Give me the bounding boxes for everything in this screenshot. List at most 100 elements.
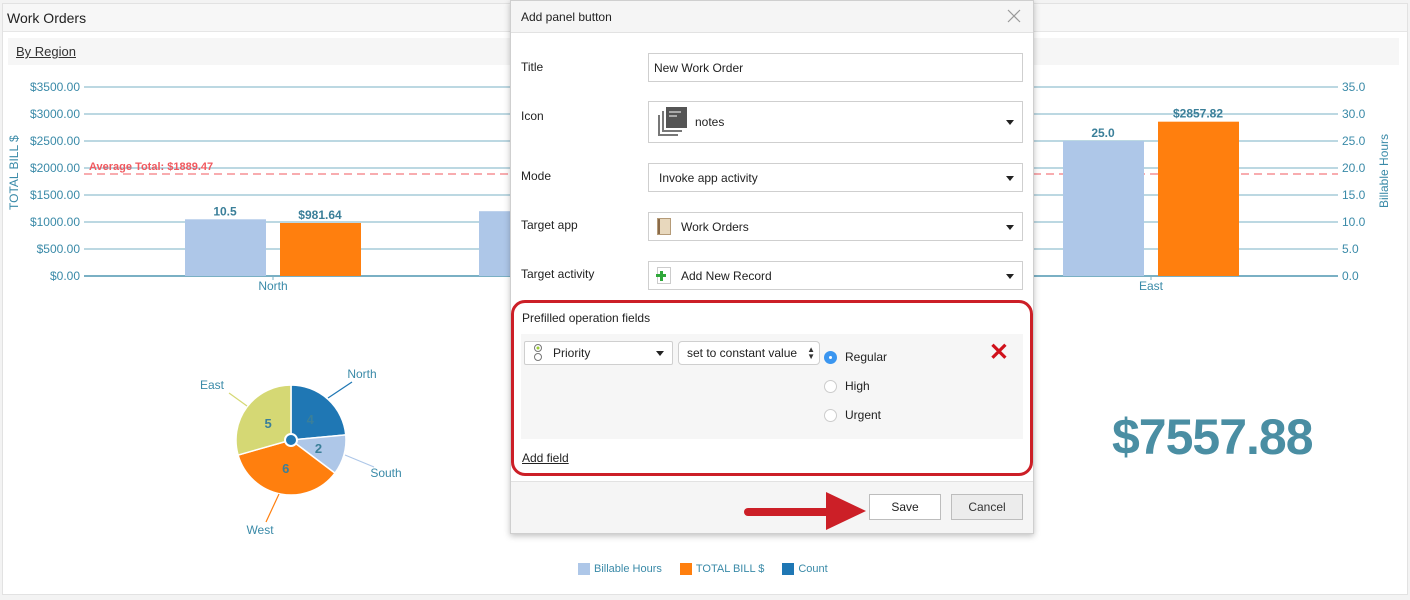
mode-row: Mode Invoke app activity <box>511 163 1033 192</box>
y-axis-title: TOTAL BILL $ <box>7 135 21 210</box>
y-tick-label: $2500.00 <box>30 134 80 148</box>
pie-category-label: West <box>246 523 274 537</box>
bar-value-label: 25.0 <box>1091 126 1115 140</box>
field-select[interactable]: Priority <box>524 341 673 365</box>
radio-field-icon <box>533 344 543 362</box>
save-button[interactable]: Save <box>869 494 941 520</box>
chevron-down-icon <box>656 351 664 356</box>
icon-select-value: notes <box>695 115 725 129</box>
prefilled-fields-section: Prefilled operation fields Priority set … <box>511 300 1033 476</box>
pie-category-label: East <box>200 378 225 392</box>
target-app-label: Target app <box>521 218 578 232</box>
radio-regular[interactable]: Regular <box>824 350 887 364</box>
chart-legend: Billable Hours TOTAL BILL $ Count <box>578 563 828 575</box>
operation-select-value: set to constant value <box>687 346 798 360</box>
average-label: Average Total: $1889.47 <box>89 161 213 173</box>
legend-label: Billable Hours <box>594 563 662 575</box>
radio-button-checked[interactable] <box>824 350 837 364</box>
legend-swatch <box>782 563 795 575</box>
legend-item-count[interactable]: Count <box>782 563 828 575</box>
y2-tick-label: 15.0 <box>1342 188 1366 202</box>
target-app-value: Work Orders <box>681 219 749 234</box>
radio-label: Urgent <box>845 408 882 422</box>
target-activity-row: Target activity Add New Record <box>511 261 1033 290</box>
y-tick-label: $2000.00 <box>30 161 80 175</box>
target-activity-select[interactable]: Add New Record <box>648 261 1023 290</box>
big-total-value: $7557.88 <box>1112 409 1314 465</box>
dialog-header: Add panel button <box>511 1 1033 33</box>
legend-item-billable-hours[interactable]: Billable Hours <box>578 563 662 575</box>
dialog-title: Add panel button <box>521 10 612 24</box>
y2-tick-label: 20.0 <box>1342 161 1366 175</box>
target-activity-value: Add New Record <box>681 268 772 283</box>
field-select-value: Priority <box>553 346 591 360</box>
prefill-field-row: Priority set to constant value ▲ ▼ Regula… <box>521 334 1023 439</box>
chevron-down-icon <box>1006 175 1014 181</box>
bar-total-bill- <box>280 222 361 276</box>
radio-label: Regular <box>845 350 888 364</box>
remove-field-icon[interactable]: ✕ <box>989 341 1009 365</box>
pie-chart: 4 North 2 South 6 West 5 East <box>200 367 402 537</box>
y2-tick-label: 10.0 <box>1342 215 1366 229</box>
y2-tick-label: 0.0 <box>1342 269 1359 283</box>
prefilled-fields-title: Prefilled operation fields <box>522 311 651 325</box>
pie-category-label: North <box>347 367 376 381</box>
chevron-down-icon <box>1006 273 1014 279</box>
radio-high[interactable]: High <box>824 379 870 393</box>
pie-slice-north <box>290 384 347 441</box>
pie-value-label: 4 <box>307 412 315 427</box>
cancel-button[interactable]: Cancel <box>951 494 1023 520</box>
target-activity-label: Target activity <box>521 267 595 281</box>
add-panel-button-dialog: Add panel button Title New Work Order Ic… <box>510 0 1034 534</box>
chevron-down-icon <box>1006 224 1014 230</box>
bar-value-label: 10.5 <box>213 204 237 218</box>
mode-select[interactable]: Invoke app activity <box>648 163 1023 192</box>
y2-tick-label: 5.0 <box>1342 242 1359 256</box>
y2-tick-label: 25.0 <box>1342 134 1366 148</box>
y2-tick-label: 35.0 <box>1342 80 1366 94</box>
bar-billable-hours <box>185 219 266 276</box>
radio-button[interactable] <box>824 379 837 393</box>
mode-label: Mode <box>521 169 552 183</box>
bar-value-label: $981.64 <box>298 208 342 222</box>
y-tick-label: $0.00 <box>50 269 80 283</box>
mode-select-value: Invoke app activity <box>659 170 758 185</box>
legend-label: TOTAL BILL $ <box>695 563 765 575</box>
y-tick-label: $500.00 <box>37 242 81 256</box>
target-app-row: Target app Work Orders <box>511 212 1033 241</box>
pie-value-label: 5 <box>265 416 272 431</box>
chevron-down-icon <box>1006 120 1014 125</box>
pie-category-label: South <box>370 466 401 480</box>
y-tick-label: $1500.00 <box>30 188 80 202</box>
bar-billable-hours <box>1063 141 1144 276</box>
pie-value-label: 6 <box>282 461 289 476</box>
operation-select[interactable]: set to constant value ▲ ▼ <box>678 341 820 365</box>
radio-button[interactable] <box>824 408 837 422</box>
pie-leader-line <box>327 381 353 399</box>
radio-label: High <box>845 379 870 393</box>
close-icon[interactable] <box>1005 7 1023 25</box>
radio-urgent[interactable]: Urgent <box>824 408 881 422</box>
y-tick-label: $1000.00 <box>30 215 80 229</box>
title-label: Title <box>521 60 544 74</box>
add-field-link[interactable]: Add field <box>522 451 569 465</box>
target-app-select[interactable]: Work Orders <box>648 212 1023 241</box>
y-tick-label: $3000.00 <box>30 107 80 121</box>
icon-select[interactable]: notes <box>648 101 1023 143</box>
bar-total-bill- <box>1158 121 1239 276</box>
bar-value-label: $2857.82 <box>1173 107 1223 121</box>
y-tick-label: $3500.00 <box>30 80 80 94</box>
icon-row: Icon notes <box>511 101 1033 143</box>
x-tick-label: North <box>258 279 287 293</box>
add-record-icon <box>656 267 671 284</box>
bar-billable-hours-partial <box>479 211 510 276</box>
dialog-footer: Save Cancel <box>511 481 1033 533</box>
legend-label: Count <box>798 563 828 575</box>
title-input[interactable]: New Work Order <box>648 53 1023 82</box>
pie-leader-line <box>265 493 280 523</box>
app-book-icon <box>657 218 671 235</box>
title-input-value: New Work Order <box>654 60 744 75</box>
updown-icon: ▲ ▼ <box>807 345 815 361</box>
legend-swatch <box>679 563 692 575</box>
legend-item-total-bill[interactable]: TOTAL BILL $ <box>679 563 765 575</box>
